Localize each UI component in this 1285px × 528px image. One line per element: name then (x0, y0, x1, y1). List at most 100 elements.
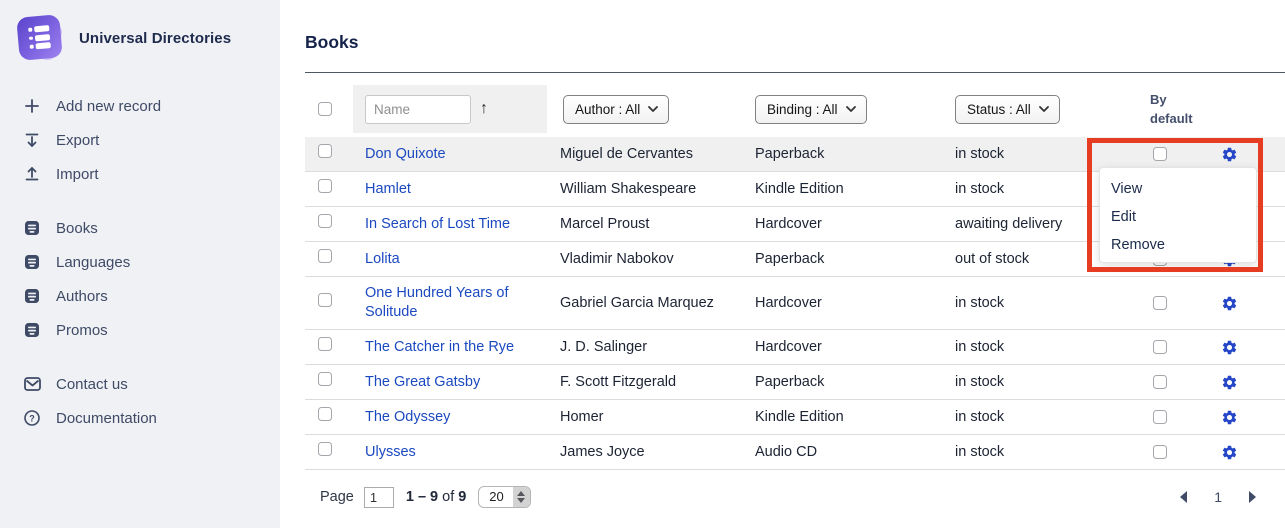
cell-status: in stock (950, 287, 1093, 320)
row-select-checkbox[interactable] (318, 293, 332, 307)
row-actions-button[interactable] (1190, 288, 1268, 319)
book-name-link[interactable]: The Catcher in the Rye (365, 339, 514, 355)
row-actions-button[interactable] (1190, 437, 1268, 468)
menu-item-edit[interactable]: Edit (1100, 203, 1256, 231)
book-name-link[interactable]: One Hundred Years of Solitude (365, 285, 509, 320)
book-name-link[interactable]: Don Quixote (365, 146, 446, 162)
sidebar-item-languages[interactable]: Languages (0, 245, 280, 279)
page-size-select[interactable]: 20 (478, 486, 530, 508)
sidebar-item-label: Books (56, 220, 98, 237)
row-select-checkbox[interactable] (318, 214, 332, 228)
row-select-checkbox[interactable] (318, 144, 332, 158)
book-name-link[interactable]: Ulysses (365, 444, 416, 460)
status-filter-select[interactable]: Status : All (955, 95, 1060, 124)
cell-author: Marcel Proust (547, 208, 750, 241)
cell-binding: Hardcover (750, 331, 950, 364)
sort-ascending-icon[interactable]: ↑ (480, 100, 488, 118)
book-name-link[interactable]: Hamlet (365, 181, 411, 197)
menu-item-remove[interactable]: Remove (1100, 231, 1256, 259)
by-default-column-header: By default (1093, 90, 1190, 128)
cell-binding: Kindle Edition (750, 173, 950, 206)
cell-author: F. Scott Fitzgerald (547, 366, 750, 399)
sidebar-item-promos[interactable]: Promos (0, 313, 280, 347)
table-row: The Odyssey Homer Kindle Edition in stoc… (305, 400, 1285, 435)
menu-item-view[interactable]: View (1100, 175, 1256, 203)
sidebar-item-import[interactable]: Import (0, 157, 280, 191)
book-name-link[interactable]: The Odyssey (365, 409, 450, 425)
author-filter-select[interactable]: Author : All (563, 95, 669, 124)
row-select-checkbox[interactable] (318, 442, 332, 456)
sidebar: Universal Directories Add new record Exp… (0, 0, 280, 528)
sidebar-item-label: Promos (56, 322, 108, 339)
svg-text:?: ? (29, 413, 35, 423)
sidebar-actions: Add new record Export Import (0, 89, 280, 191)
row-actions-button[interactable] (1190, 402, 1268, 433)
table-row: One Hundred Years of Solitude Gabriel Ga… (305, 277, 1285, 330)
book-name-link[interactable]: In Search of Lost Time (365, 216, 510, 232)
row-actions-button[interactable] (1190, 367, 1268, 398)
row-context-menu: View Edit Remove (1099, 167, 1257, 263)
row-select-checkbox[interactable] (318, 249, 332, 263)
gear-icon (1221, 146, 1238, 163)
by-default-checkbox[interactable] (1153, 445, 1167, 459)
table-row: The Catcher in the Rye J. D. Salinger Ha… (305, 330, 1285, 365)
plus-icon (23, 97, 41, 115)
cell-status: out of stock (950, 243, 1093, 276)
by-default-checkbox[interactable] (1153, 147, 1167, 161)
sidebar-item-label: Contact us (56, 376, 128, 393)
current-page-number: 1 (1214, 489, 1222, 505)
sidebar-item-label: Export (56, 132, 99, 149)
row-select-checkbox[interactable] (318, 179, 332, 193)
record-icon (23, 287, 41, 305)
by-default-checkbox[interactable] (1153, 375, 1167, 389)
sidebar-item-add-new-record[interactable]: Add new record (0, 89, 280, 123)
sidebar-item-export[interactable]: Export (0, 123, 280, 157)
pager-controls: 1 (1179, 489, 1257, 505)
book-name-link[interactable]: Lolita (365, 251, 400, 267)
row-actions-button[interactable] (1190, 139, 1268, 170)
sidebar-item-books[interactable]: Books (0, 211, 280, 245)
next-page-icon[interactable] (1248, 491, 1257, 503)
by-default-checkbox[interactable] (1153, 410, 1167, 424)
name-filter-input[interactable] (365, 95, 471, 124)
cell-author: Miguel de Cervantes (547, 138, 750, 171)
sidebar-item-label: Documentation (56, 410, 157, 427)
cell-binding: Kindle Edition (750, 401, 950, 434)
row-actions-button[interactable] (1190, 332, 1268, 363)
select-all-checkbox[interactable] (318, 102, 332, 116)
sidebar-nav: Books Languages Authors Promos (0, 211, 280, 347)
mail-icon (23, 375, 41, 393)
row-select-checkbox[interactable] (318, 337, 332, 351)
title-divider (305, 72, 1285, 73)
cell-binding: Paperback (750, 138, 950, 171)
cell-author: Gabriel Garcia Marquez (547, 287, 750, 320)
cell-status: in stock (950, 366, 1093, 399)
page-number-input[interactable] (364, 487, 394, 508)
sidebar-item-contact-us[interactable]: Contact us (0, 367, 280, 401)
sidebar-item-label: Add new record (56, 98, 161, 115)
sidebar-item-authors[interactable]: Authors (0, 279, 280, 313)
chevron-down-icon (846, 106, 856, 112)
row-select-checkbox[interactable] (318, 372, 332, 386)
table-filter-row: ↑ Author : All Binding : All Status : Al… (305, 85, 1285, 133)
chevron-down-icon (1039, 106, 1049, 112)
pagination: Page 1 – 9of9 20 1 (305, 486, 1285, 508)
previous-page-icon[interactable] (1179, 491, 1188, 503)
gear-icon (1221, 409, 1238, 426)
cell-status: in stock (950, 138, 1093, 171)
cell-status: in stock (950, 436, 1093, 469)
app-logo-icon (15, 13, 65, 63)
by-default-checkbox[interactable] (1153, 340, 1167, 354)
cell-binding: Hardcover (750, 208, 950, 241)
cell-binding: Audio CD (750, 436, 950, 469)
gear-icon (1221, 295, 1238, 312)
sidebar-item-documentation[interactable]: ? Documentation (0, 401, 280, 435)
book-name-link[interactable]: The Great Gatsby (365, 374, 480, 390)
row-select-checkbox[interactable] (318, 407, 332, 421)
gear-icon (1221, 374, 1238, 391)
table-row: Ulysses James Joyce Audio CD in stock (305, 435, 1285, 470)
by-default-checkbox[interactable] (1153, 296, 1167, 310)
sidebar-item-label: Import (56, 166, 99, 183)
sidebar-item-label: Languages (56, 254, 130, 271)
binding-filter-select[interactable]: Binding : All (755, 95, 867, 124)
